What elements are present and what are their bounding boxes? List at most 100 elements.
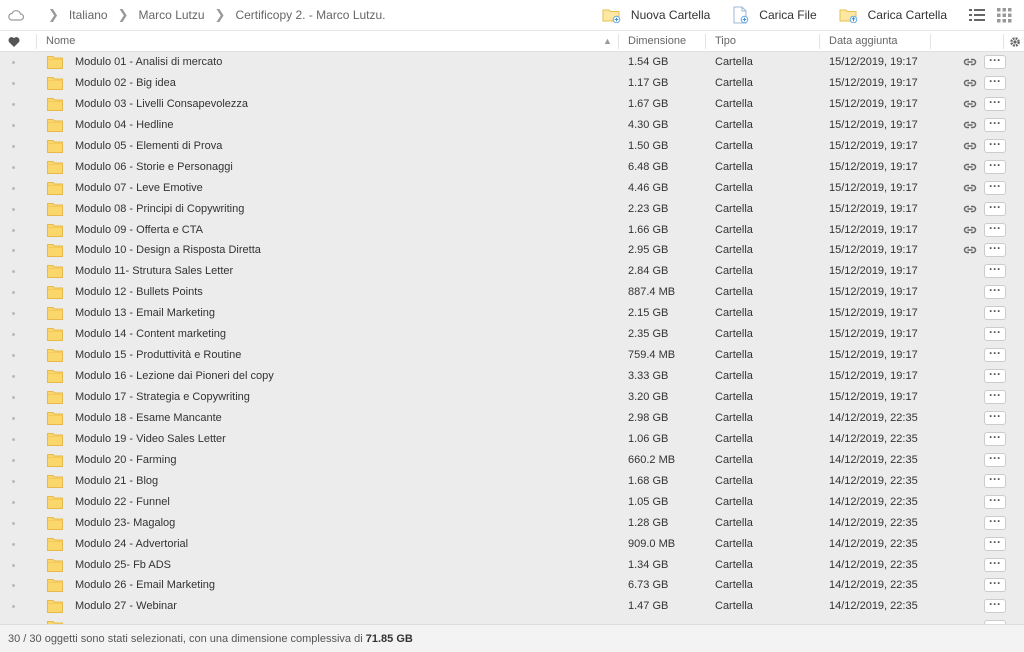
row-name[interactable]: Modulo 17 - Strategia e Copywriting: [75, 387, 250, 408]
row-favourite-marker[interactable]: [12, 312, 15, 316]
row-name[interactable]: Modulo 26 - Email Marketing: [75, 575, 215, 596]
more-options-button[interactable]: ···: [984, 452, 1006, 467]
row-name[interactable]: Modulo 11- Strutura Sales Letter: [75, 261, 233, 282]
table-row[interactable]: Modulo 24 - Advertorial 909.0 MB Cartella 1…: [0, 533, 1024, 555]
more-options-button[interactable]: ···: [984, 242, 1006, 258]
row-favourite-marker[interactable]: [12, 165, 15, 169]
table-row[interactable]: Modulo 25- Fb ADS 1.34 GB Cartella 14/12/20…: [0, 554, 1024, 576]
link-icon[interactable]: [963, 56, 977, 71]
table-row[interactable]: ···: [0, 617, 1024, 624]
more-options-button[interactable]: ···: [984, 431, 1006, 446]
row-favourite-marker[interactable]: [12, 144, 15, 148]
row-favourite-marker[interactable]: [12, 416, 15, 420]
row-favourite-marker[interactable]: [12, 102, 15, 106]
row-name[interactable]: Modulo 19 - Video Sales Letter: [75, 429, 226, 450]
row-favourite-marker[interactable]: [12, 228, 15, 232]
table-row[interactable]: Modulo 01 - Analisi di mercato 1.54 GB Car…: [0, 52, 1024, 73]
table-row[interactable]: Modulo 18 - Esame Mancante 2.98 GB Cartell…: [0, 407, 1024, 429]
row-favourite-marker[interactable]: [12, 479, 15, 483]
link-icon[interactable]: [963, 224, 977, 239]
column-header-size[interactable]: Dimensione: [628, 31, 686, 52]
list-view-button[interactable]: [969, 8, 985, 22]
row-name[interactable]: Modulo 01 - Analisi di mercato: [75, 52, 222, 73]
more-options-button[interactable]: ···: [984, 117, 1006, 132]
more-options-button[interactable]: ···: [984, 368, 1006, 384]
row-name[interactable]: Modulo 06 - Storie e Personaggi: [75, 157, 233, 178]
row-favourite-marker[interactable]: [12, 291, 15, 295]
row-favourite-marker[interactable]: [12, 249, 15, 253]
table-row[interactable]: Modulo 02 - Big idea 1.17 GB Cartella 15/12…: [0, 72, 1024, 94]
more-options-button[interactable]: ···: [984, 96, 1006, 111]
table-row[interactable]: Modulo 09 - Offerta e CTA 1.66 GB Cartella…: [0, 219, 1024, 241]
row-name[interactable]: Modulo 03 - Livelli Consapevolezza: [75, 94, 248, 115]
row-favourite-marker[interactable]: [12, 123, 15, 127]
favourite-heart-icon[interactable]: [8, 36, 20, 48]
more-options-button[interactable]: ···: [984, 598, 1006, 614]
row-name[interactable]: Modulo 23- Magalog: [75, 513, 175, 534]
row-name[interactable]: Modulo 02 - Big idea: [75, 73, 176, 94]
sort-ascending-icon[interactable]: ▲: [603, 31, 612, 52]
row-name[interactable]: Modulo 14 - Content marketing: [75, 324, 226, 345]
table-row[interactable]: Modulo 22 - Funnel 1.05 GB Cartella 14/12/2…: [0, 491, 1024, 513]
table-row[interactable]: Modulo 04 - Hedline 4.30 GB Cartella 15/12/…: [0, 114, 1024, 136]
table-row[interactable]: Modulo 17 - Strategia e Copywriting 3.20 …: [0, 387, 1024, 408]
table-row[interactable]: Modulo 11- Strutura Sales Letter 2.84 GB C…: [0, 261, 1024, 283]
breadcrumb-item-italiano[interactable]: Italiano: [69, 8, 108, 22]
row-name[interactable]: Modulo 07 - Leve Emotive: [75, 178, 203, 199]
row-name[interactable]: Modulo 16 - Lezione dai Pioneri del copy: [75, 366, 274, 387]
more-options-button[interactable]: ···: [984, 557, 1006, 572]
more-options-button[interactable]: ···: [984, 515, 1006, 530]
row-favourite-marker[interactable]: [12, 354, 15, 358]
table-row[interactable]: Modulo 06 - Storie e Personaggi 6.48 GB Ca…: [0, 156, 1024, 178]
table-row[interactable]: Modulo 05 - Elementi di Prova 1.50 GB Cart…: [0, 135, 1024, 157]
link-icon[interactable]: [963, 161, 977, 176]
more-options-button[interactable]: ···: [984, 201, 1006, 216]
table-row[interactable]: Modulo 14 - Content marketing 2.35 GB Cart…: [0, 324, 1024, 346]
cloud-drive-icon[interactable]: [8, 9, 24, 21]
table-row[interactable]: Modulo 27 - Webinar 1.47 GB Cartella 14/12/…: [0, 596, 1024, 618]
link-icon[interactable]: [963, 77, 977, 92]
more-options-button[interactable]: ···: [984, 347, 1006, 363]
row-name[interactable]: Modulo 20 - Farming: [75, 450, 177, 471]
table-row[interactable]: Modulo 23- Magalog 1.28 GB Cartella 14/12/2…: [0, 512, 1024, 534]
link-icon[interactable]: [963, 203, 977, 218]
breadcrumb-item-marco-lutzu[interactable]: Marco Lutzu: [139, 8, 205, 22]
more-options-button[interactable]: ···: [984, 284, 1006, 300]
row-name[interactable]: Modulo 22 - Funnel: [75, 492, 170, 513]
row-favourite-marker[interactable]: [12, 563, 15, 567]
table-row[interactable]: Modulo 16 - Lezione dai Pioneri del copy…: [0, 366, 1024, 387]
row-name[interactable]: Modulo 24 - Advertorial: [75, 534, 188, 555]
grid-view-button[interactable]: [997, 7, 1012, 23]
more-options-button[interactable]: ···: [984, 536, 1006, 551]
row-name[interactable]: Modulo 12 - Bullets Points: [75, 282, 203, 303]
row-name[interactable]: Modulo 13 - Email Marketing: [75, 303, 215, 324]
table-row[interactable]: Modulo 08 - Principi di Copywriting 2.23 …: [0, 198, 1024, 220]
more-options-button[interactable]: ···: [984, 410, 1006, 425]
link-icon[interactable]: [963, 140, 977, 155]
row-favourite-marker[interactable]: [12, 333, 15, 337]
more-options-button[interactable]: ···: [984, 326, 1006, 342]
column-header-type[interactable]: Tipo: [715, 31, 736, 52]
more-options-button[interactable]: ···: [984, 222, 1006, 237]
row-name[interactable]: Modulo 04 - Hedline: [75, 115, 173, 136]
row-favourite-marker[interactable]: [12, 500, 15, 504]
row-name[interactable]: Modulo 05 - Elementi di Prova: [75, 136, 222, 157]
link-icon[interactable]: [963, 182, 977, 197]
row-name[interactable]: Modulo 15 - Produttività e Routine: [75, 345, 241, 366]
more-options-button[interactable]: ···: [984, 54, 1006, 69]
upload-file-button[interactable]: Carica File: [732, 6, 817, 24]
table-row[interactable]: Modulo 12 - Bullets Points 887.4 MB Cartel…: [0, 282, 1024, 304]
row-favourite-marker[interactable]: [12, 584, 15, 588]
row-favourite-marker[interactable]: [12, 186, 15, 190]
row-favourite-marker[interactable]: [12, 605, 15, 609]
more-options-button[interactable]: ···: [984, 159, 1006, 174]
new-folder-button[interactable]: Nuova Cartella: [602, 7, 710, 23]
row-favourite-marker[interactable]: [12, 437, 15, 441]
table-row[interactable]: Modulo 26 - Email Marketing 6.73 GB Cartel…: [0, 575, 1024, 597]
table-row[interactable]: Modulo 13 - Email Marketing 2.15 GB Cartel…: [0, 303, 1024, 325]
more-options-button[interactable]: ···: [984, 138, 1006, 153]
more-options-button[interactable]: ···: [984, 494, 1006, 509]
row-favourite-marker[interactable]: [12, 207, 15, 211]
row-favourite-marker[interactable]: [12, 61, 15, 64]
row-name[interactable]: Modulo 09 - Offerta e CTA: [75, 220, 203, 241]
